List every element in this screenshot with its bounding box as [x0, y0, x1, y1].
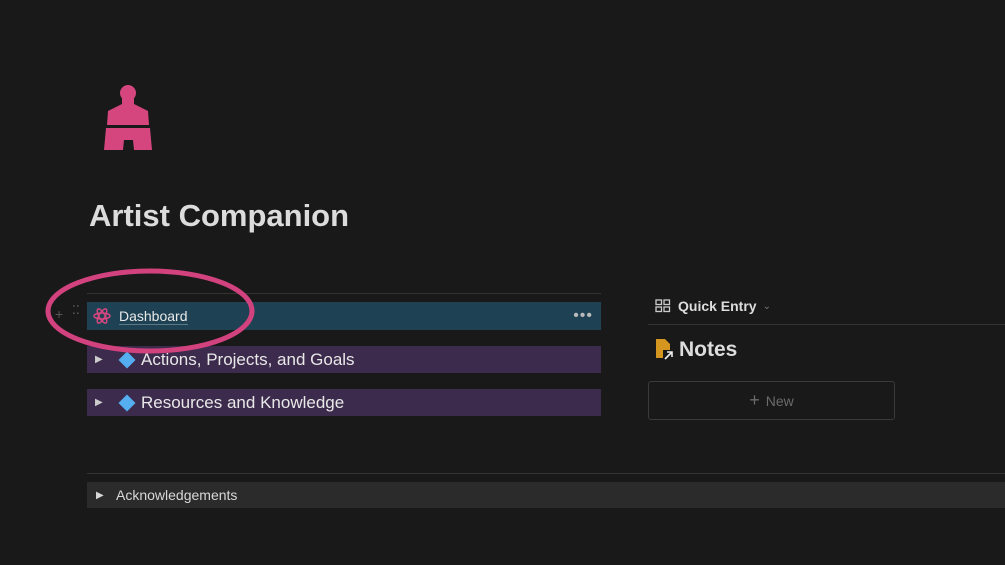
view-label: Quick Entry: [678, 298, 757, 314]
page-title: Artist Companion: [89, 198, 350, 233]
new-label: New: [765, 392, 794, 409]
acknowledgements-label: Acknowledgements: [116, 487, 238, 503]
gallery-icon: [655, 299, 671, 313]
toggle-triangle-icon[interactable]: ▶: [95, 397, 117, 408]
page-icon[interactable]: [104, 84, 152, 155]
plus-icon: +: [749, 390, 760, 410]
more-options-icon[interactable]: •••: [573, 307, 593, 325]
toggle-acknowledgements[interactable]: ▶ Acknowledgements: [87, 482, 1005, 508]
database-title[interactable]: Notes: [655, 338, 737, 362]
toggle-resources-knowledge[interactable]: ▶ Resources and Knowledge: [87, 389, 601, 416]
annotation-ellipse: [45, 268, 255, 354]
paintbrush-icon: [104, 85, 152, 150]
diamond-icon: [118, 394, 136, 411]
new-entry-button[interactable]: + New: [648, 381, 895, 420]
view-tab-quick-entry[interactable]: Quick Entry ⌄: [655, 298, 771, 314]
divider: [648, 324, 1005, 325]
divider: [87, 473, 1005, 474]
toggle-label: Resources and Knowledge: [141, 392, 345, 412]
notes-title: Notes: [679, 338, 738, 361]
chevron-down-icon[interactable]: ⌄: [763, 301, 771, 312]
toggle-triangle-icon[interactable]: ▶: [96, 490, 116, 501]
linked-document-icon: [656, 339, 674, 361]
